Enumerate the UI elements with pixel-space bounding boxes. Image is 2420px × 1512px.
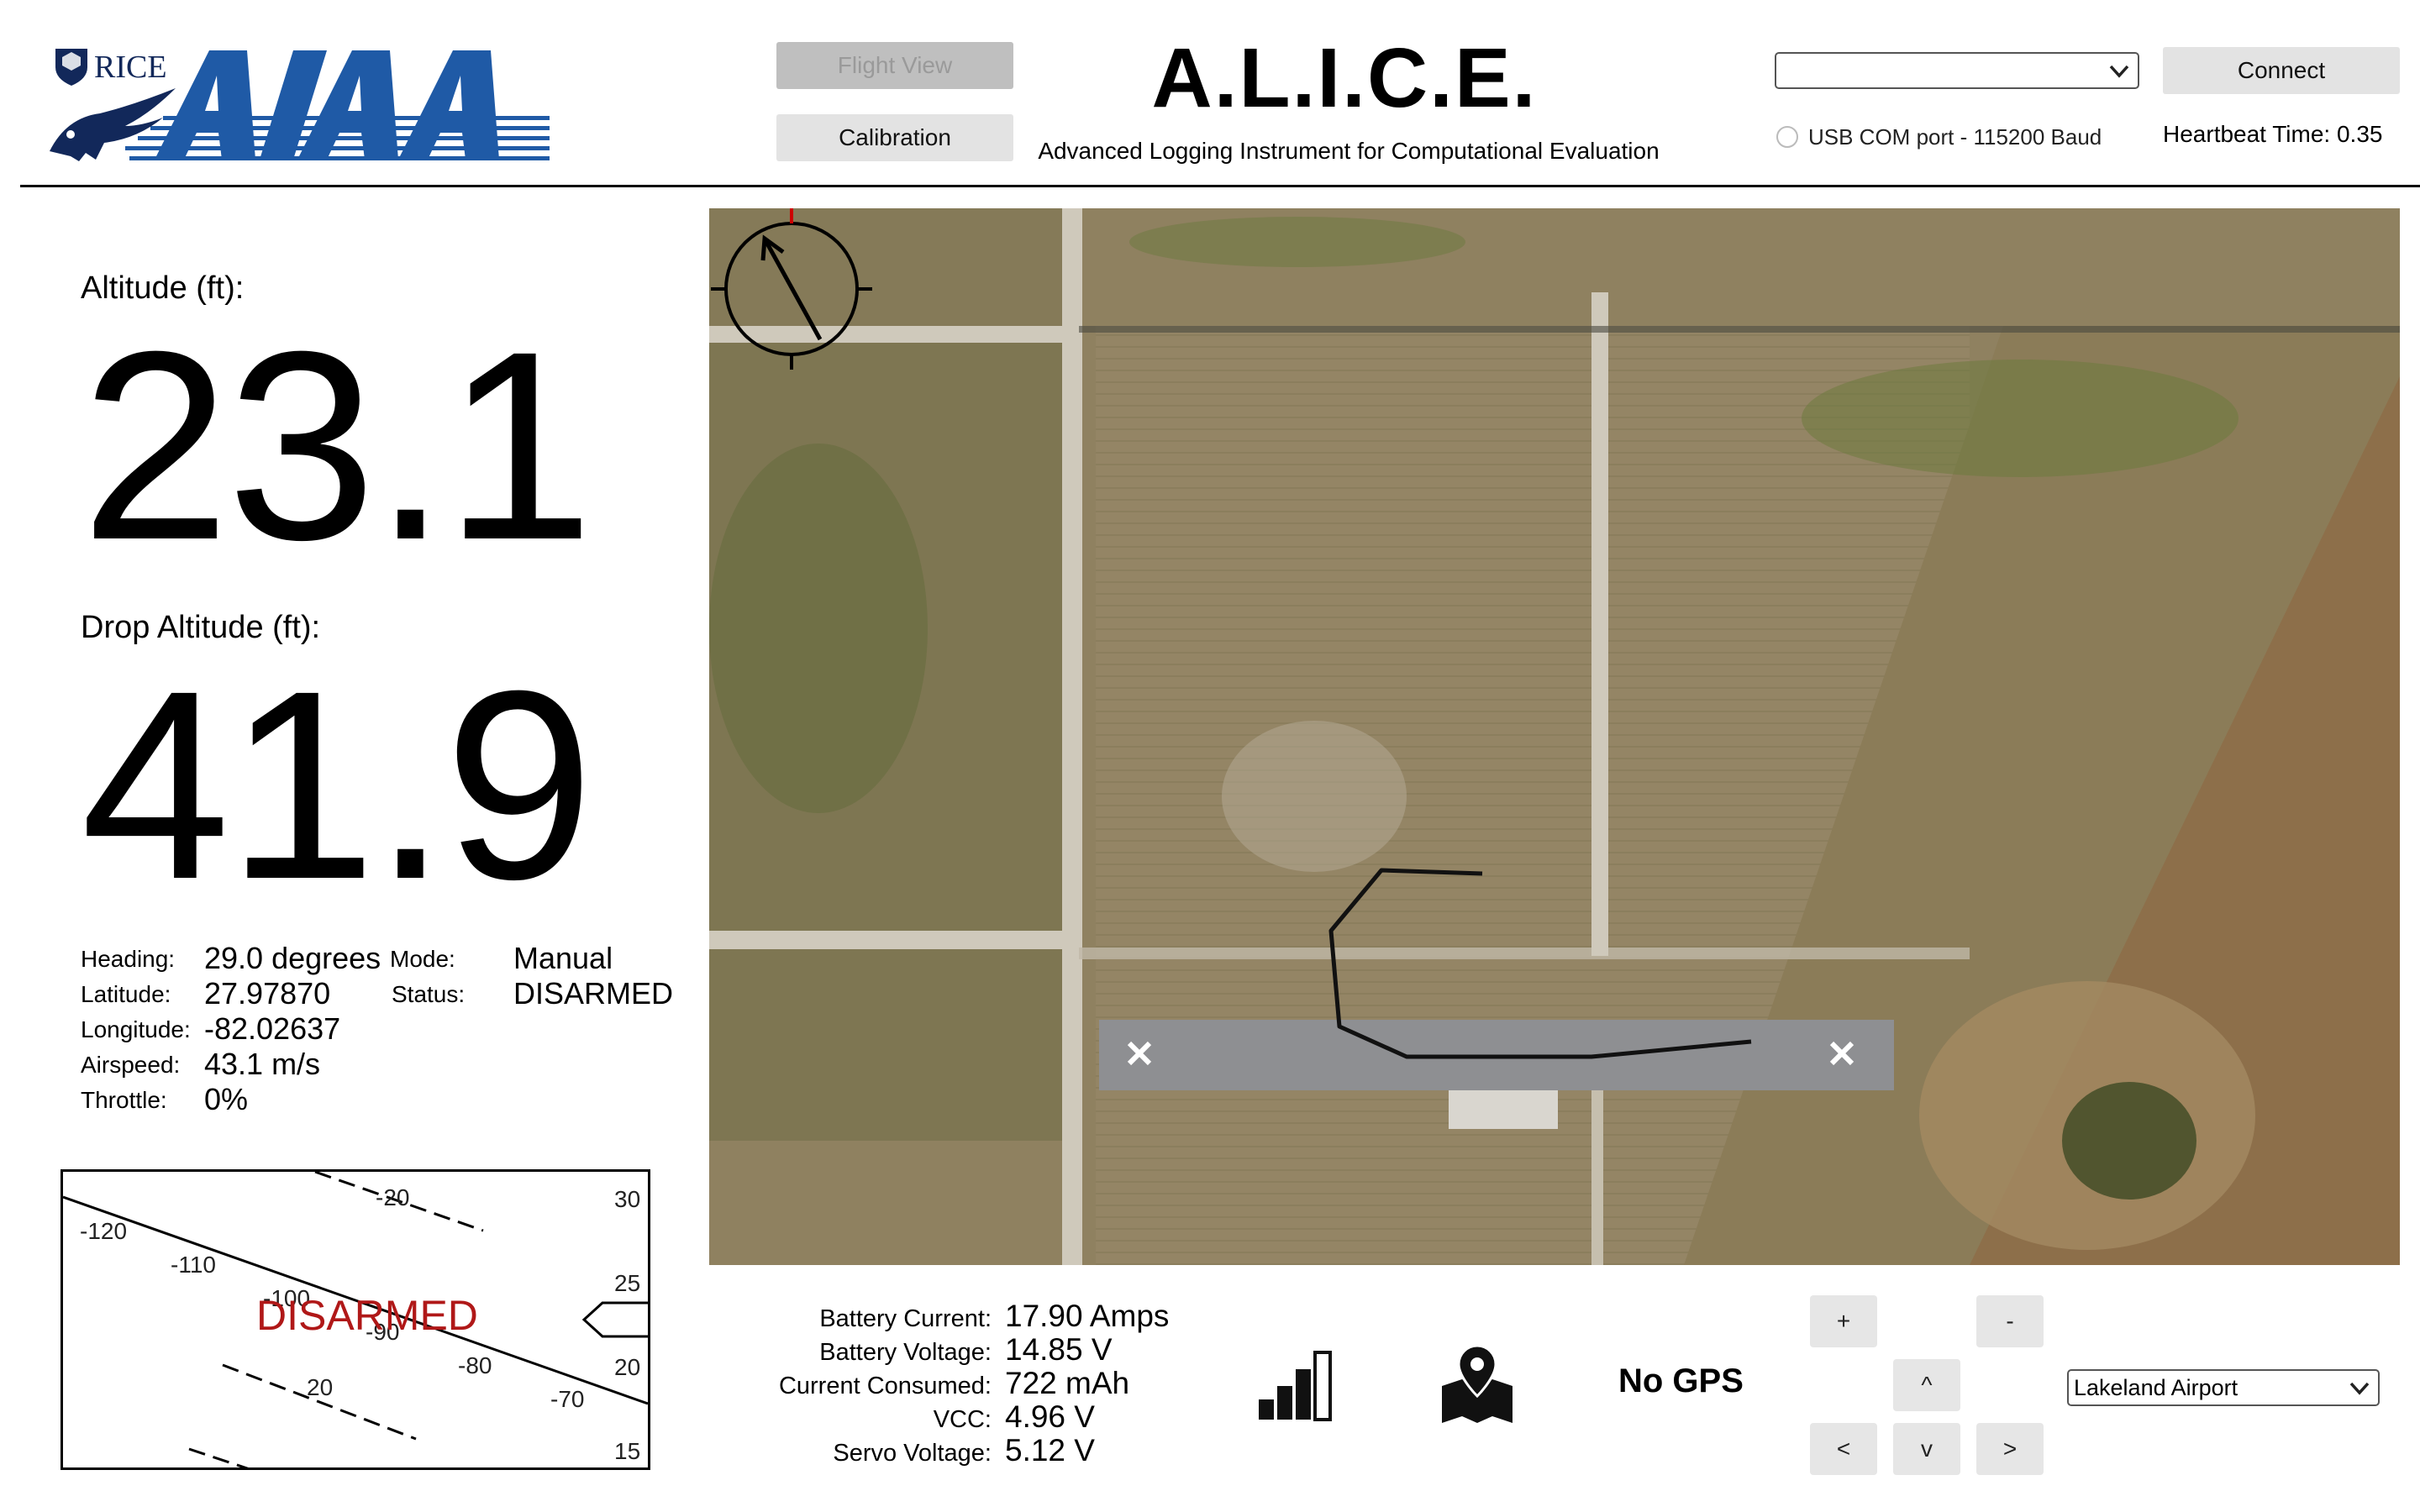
app-title: A.L.I.C.E. — [1151, 31, 1538, 125]
heading-tick-neg110: -110 — [171, 1252, 216, 1278]
status-value: DISARMED — [513, 976, 674, 1011]
aiaa-logo-graphic: RICE — [50, 49, 550, 161]
app-subtitle: Advanced Logging Instrument for Computat… — [1038, 138, 1660, 164]
alt-scale-15: 15 — [614, 1438, 640, 1464]
pan-right-button[interactable]: > — [1976, 1423, 2044, 1475]
throttle-value: 0% — [204, 1082, 249, 1116]
latitude-value: 27.97870 — [204, 976, 331, 1011]
current-consumed-label: Current Consumed: — [778, 1373, 992, 1399]
heading-label: Heading: — [81, 946, 176, 972]
heading-tick-neg70: -70 — [550, 1386, 584, 1412]
alt-scale-20: 20 — [614, 1354, 640, 1380]
usb-port-label: USB COM port - 115200 Baud — [1808, 124, 2102, 150]
battery-voltage-label: Battery Voltage: — [819, 1339, 992, 1366]
airspeed-value: 43.1 m/s — [204, 1047, 321, 1081]
heading-tick-neg80: -80 — [458, 1352, 492, 1378]
map-pin-icon[interactable] — [1439, 1344, 1516, 1425]
battery-current-label: Battery Current: — [819, 1305, 992, 1332]
drop-altitude-value: 41.9 — [81, 634, 594, 935]
attitude-graphic: -20 -120 -110 -100 -90 -80 -70 20 30 25 … — [63, 1172, 648, 1467]
attitude-indicator: -20 -120 -110 -100 -90 -80 -70 20 30 25 … — [60, 1169, 650, 1470]
battery-current-value: 17.90 Amps — [1005, 1299, 1170, 1333]
chevron-down-icon — [2349, 1382, 2370, 1395]
mode-label: Mode: — [390, 946, 455, 972]
status-label: Status: — [392, 981, 466, 1007]
rice-wordmark: RICE — [94, 50, 167, 85]
heading-value: 29.0 degrees — [204, 941, 381, 975]
airspeed-label: Airspeed: — [81, 1052, 181, 1078]
chevron-down-icon — [2109, 65, 2129, 78]
latitude-label: Latitude: — [81, 981, 171, 1007]
gps-status: No GPS — [1618, 1362, 1744, 1399]
longitude-label: Longitude: — [81, 1016, 191, 1042]
usb-radio[interactable] — [1776, 126, 1798, 148]
location-select[interactable]: Lakeland Airport — [2067, 1369, 2380, 1406]
servo-voltage-value: 5.12 V — [1005, 1433, 1095, 1467]
calibration-button[interactable]: Calibration — [776, 114, 1013, 161]
pan-up-button[interactable]: ^ — [1893, 1359, 1960, 1411]
vcc-label: VCC: — [933, 1406, 992, 1433]
altitude-value: 23.1 — [81, 295, 594, 596]
pitch-tick-neg20: -20 — [376, 1184, 409, 1210]
battery-voltage-value: 14.85 V — [1005, 1332, 1113, 1367]
servo-voltage-label: Servo Voltage: — [833, 1440, 992, 1467]
mode-value: Manual — [513, 941, 613, 975]
port-select[interactable] — [1775, 52, 2139, 89]
longitude-value: -82.02637 — [204, 1011, 341, 1046]
altitude-pointer-icon — [581, 1301, 648, 1338]
signal-bars-icon — [1257, 1349, 1334, 1421]
heading-tick-neg120: -120 — [80, 1218, 127, 1244]
vcc-value: 4.96 V — [1005, 1399, 1095, 1434]
heartbeat-label: Heartbeat Time: 0.35 — [2163, 121, 2383, 147]
aerial-map-image — [709, 208, 2400, 1265]
flight-view-button[interactable]: Flight View — [776, 42, 1013, 89]
pan-down-button[interactable]: v — [1893, 1423, 1960, 1475]
logo: RICE — [37, 42, 558, 168]
connect-button[interactable]: Connect — [2163, 47, 2400, 94]
throttle-label: Throttle: — [81, 1087, 167, 1113]
zoom-in-button[interactable]: + — [1810, 1295, 1877, 1347]
map-view[interactable] — [709, 208, 2400, 1265]
pitch-tick-20: 20 — [307, 1374, 333, 1400]
disarmed-overlay: DISARMED — [256, 1292, 478, 1339]
location-select-value: Lakeland Airport — [2074, 1374, 2238, 1400]
alt-scale-25: 25 — [614, 1270, 640, 1296]
alt-scale-30: 30 — [614, 1186, 640, 1212]
header-divider — [20, 185, 2420, 187]
zoom-out-button[interactable]: - — [1976, 1295, 2044, 1347]
current-consumed-value: 722 mAh — [1005, 1366, 1130, 1400]
pan-left-button[interactable]: < — [1810, 1423, 1877, 1475]
